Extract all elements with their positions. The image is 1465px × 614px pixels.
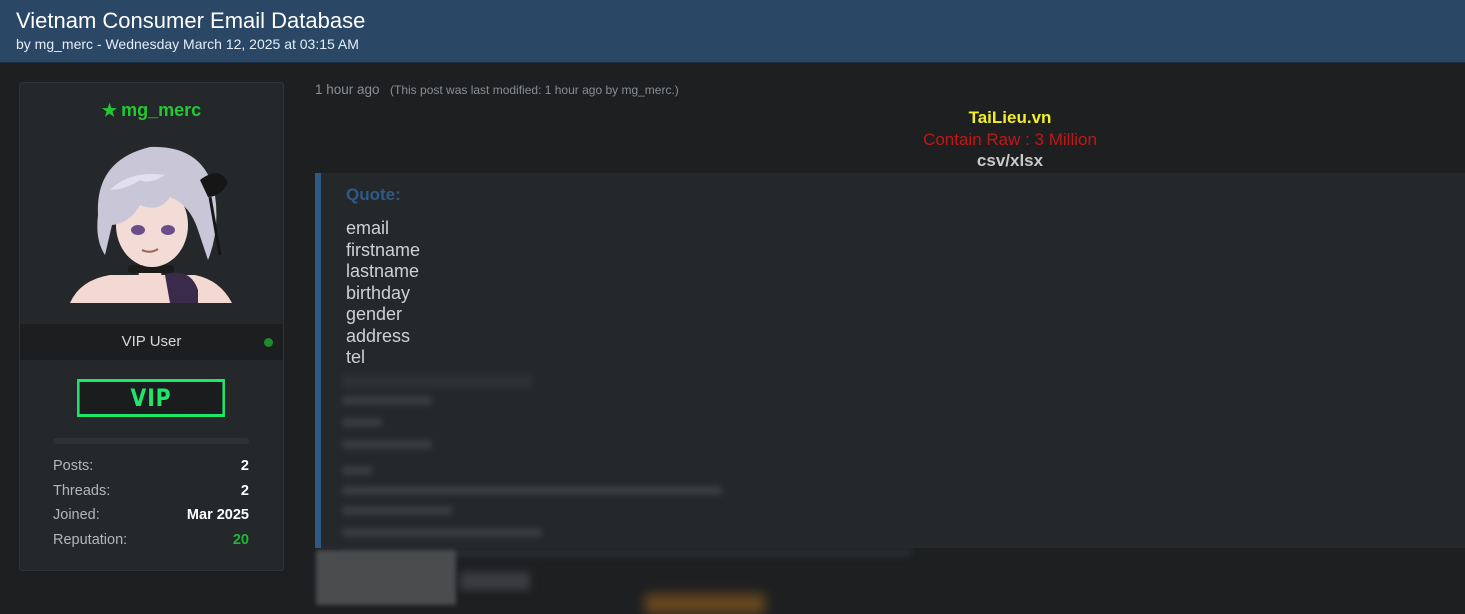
rank-bar: VIP User bbox=[20, 324, 283, 360]
star-icon: ★ bbox=[101, 101, 118, 120]
post-time[interactable]: 1 hour ago bbox=[315, 82, 380, 97]
field-item: email bbox=[346, 218, 390, 238]
field-item: firstname bbox=[346, 239, 421, 260]
user-rank: VIP User bbox=[121, 333, 182, 350]
stat-label: Threads: bbox=[53, 483, 111, 499]
blurred-signature-button bbox=[645, 594, 765, 614]
author-profile-card: ★ mg_merc VIP User VIP Posts: 2 Threads: … bbox=[19, 82, 284, 571]
source-name: TaiLieu.vn bbox=[968, 108, 1052, 127]
thread-byline: by mg_merc - Wednesday March 12, 2025 at… bbox=[16, 36, 359, 52]
stat-value[interactable]: 2 bbox=[241, 458, 249, 474]
post-meta: 1 hour ago (This post was last modified:… bbox=[315, 81, 679, 99]
author-username-text: mg_merc bbox=[121, 100, 202, 120]
post-modified-note: (This post was last modified: 1 hour ago… bbox=[390, 83, 679, 97]
field-item: gender bbox=[346, 304, 403, 324]
field-list: email firstname lastname birthday gender… bbox=[346, 218, 420, 369]
stat-label: Reputation: bbox=[53, 532, 128, 548]
thread-title: Vietnam Consumer Email Database bbox=[16, 8, 366, 33]
stat-value[interactable]: 20 bbox=[233, 532, 249, 548]
stat-threads: Threads: 2 bbox=[53, 483, 249, 503]
field-item: tel bbox=[346, 347, 366, 367]
stat-label: Posts: bbox=[53, 458, 94, 474]
field-item: birthday bbox=[346, 282, 411, 303]
stat-reputation: Reputation: 20 bbox=[53, 532, 249, 552]
vip-badge: VIP bbox=[77, 379, 225, 417]
post-header-lines: TaiLieu.vn Contain Raw : 3 Million csv/x… bbox=[880, 108, 1140, 171]
divider bbox=[53, 438, 249, 444]
online-indicator-icon bbox=[264, 338, 273, 347]
stat-label: Joined: bbox=[53, 507, 100, 523]
field-item: address bbox=[346, 325, 411, 346]
blurred-sample-data bbox=[342, 370, 912, 562]
thread-header: Vietnam Consumer Email Database by mg_me… bbox=[0, 0, 1465, 63]
file-format: csv/xlsx bbox=[976, 151, 1044, 170]
field-item: lastname bbox=[346, 261, 420, 281]
avatar[interactable] bbox=[70, 135, 232, 303]
quote-label: Quote: bbox=[346, 185, 401, 204]
blurred-signature-image bbox=[316, 550, 456, 605]
record-count: Contain Raw : 3 Million bbox=[923, 130, 1097, 149]
stat-value[interactable]: 2 bbox=[241, 483, 249, 499]
stat-joined: Joined: Mar 2025 bbox=[53, 507, 249, 527]
blurred-signature-text bbox=[460, 572, 530, 590]
stat-posts: Posts: 2 bbox=[53, 458, 249, 478]
stat-value: Mar 2025 bbox=[186, 507, 249, 523]
author-username[interactable]: ★ mg_merc bbox=[20, 100, 283, 121]
